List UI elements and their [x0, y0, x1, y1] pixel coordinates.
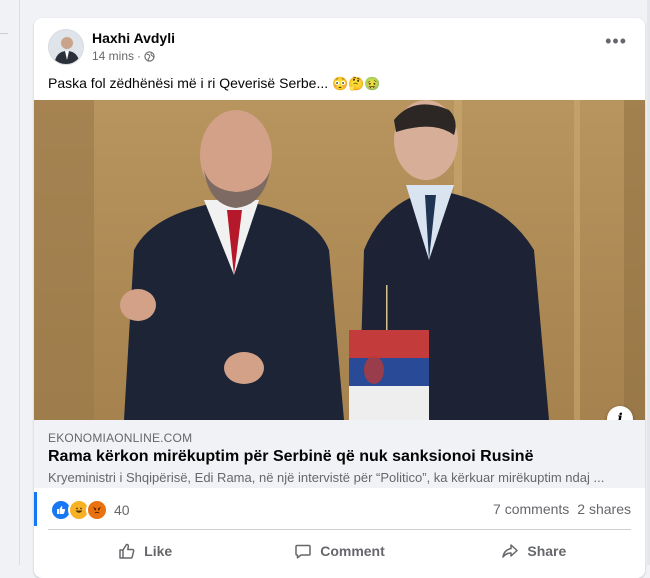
link-domain: EKONOMIAONLINE.COM — [48, 431, 193, 445]
more-icon[interactable]: ••• — [605, 32, 627, 50]
like-button[interactable]: Like — [48, 534, 242, 568]
reaction-summary[interactable]: 40 — [50, 499, 130, 521]
divider — [48, 529, 631, 530]
like-label: Like — [144, 543, 173, 559]
post-header: Haxhi Avdyli 14 mins · ••• — [48, 29, 631, 65]
share-icon — [502, 544, 519, 558]
divider — [19, 0, 20, 565]
post-body: Paska fol zëdhënësi më i ri Qeverisë Ser… — [48, 75, 329, 91]
comment-button[interactable]: Comment — [242, 534, 436, 568]
link-description: Kryeministri i Shqipërisë, Edi Rama, në … — [48, 470, 605, 485]
engagement-counts: 7 comments 2 shares — [493, 501, 631, 517]
comment-icon — [295, 544, 311, 559]
thumbs-up-icon — [119, 543, 135, 559]
post-card: Haxhi Avdyli 14 mins · ••• Paska fol zëd… — [34, 18, 645, 578]
divider — [0, 33, 8, 34]
share-button[interactable]: Share — [437, 534, 631, 568]
post-meta: 14 mins · — [92, 49, 155, 63]
comment-count[interactable]: 7 comments — [493, 501, 569, 517]
angry-reaction-icon — [86, 499, 108, 521]
link-preview[interactable]: EKONOMIAONLINE.COM Rama kërkon mirëkupti… — [34, 420, 645, 488]
share-label: Share — [527, 543, 567, 559]
post-text: Paska fol zëdhënësi më i ri Qeverisë Ser… — [48, 75, 381, 92]
link-title[interactable]: Rama kërkon mirëkuptim për Serbinë që nu… — [48, 448, 533, 466]
share-count[interactable]: 2 shares — [577, 501, 631, 517]
post-stats: 40 7 comments 2 shares — [34, 488, 645, 526]
avatar[interactable] — [48, 29, 84, 65]
emoji-group: 😳🤔🤢 — [332, 76, 381, 91]
author-name[interactable]: Haxhi Avdyli — [92, 30, 175, 46]
globe-icon — [144, 50, 155, 62]
link-preview-image[interactable]: i — [34, 100, 645, 420]
focus-indicator — [34, 492, 37, 526]
left-sidebar-edge — [0, 0, 20, 565]
post-time[interactable]: 14 mins — [92, 49, 134, 63]
post-actions: Like Comment Share — [48, 534, 631, 568]
reaction-count[interactable]: 40 — [114, 502, 130, 518]
comment-label: Comment — [320, 543, 385, 559]
